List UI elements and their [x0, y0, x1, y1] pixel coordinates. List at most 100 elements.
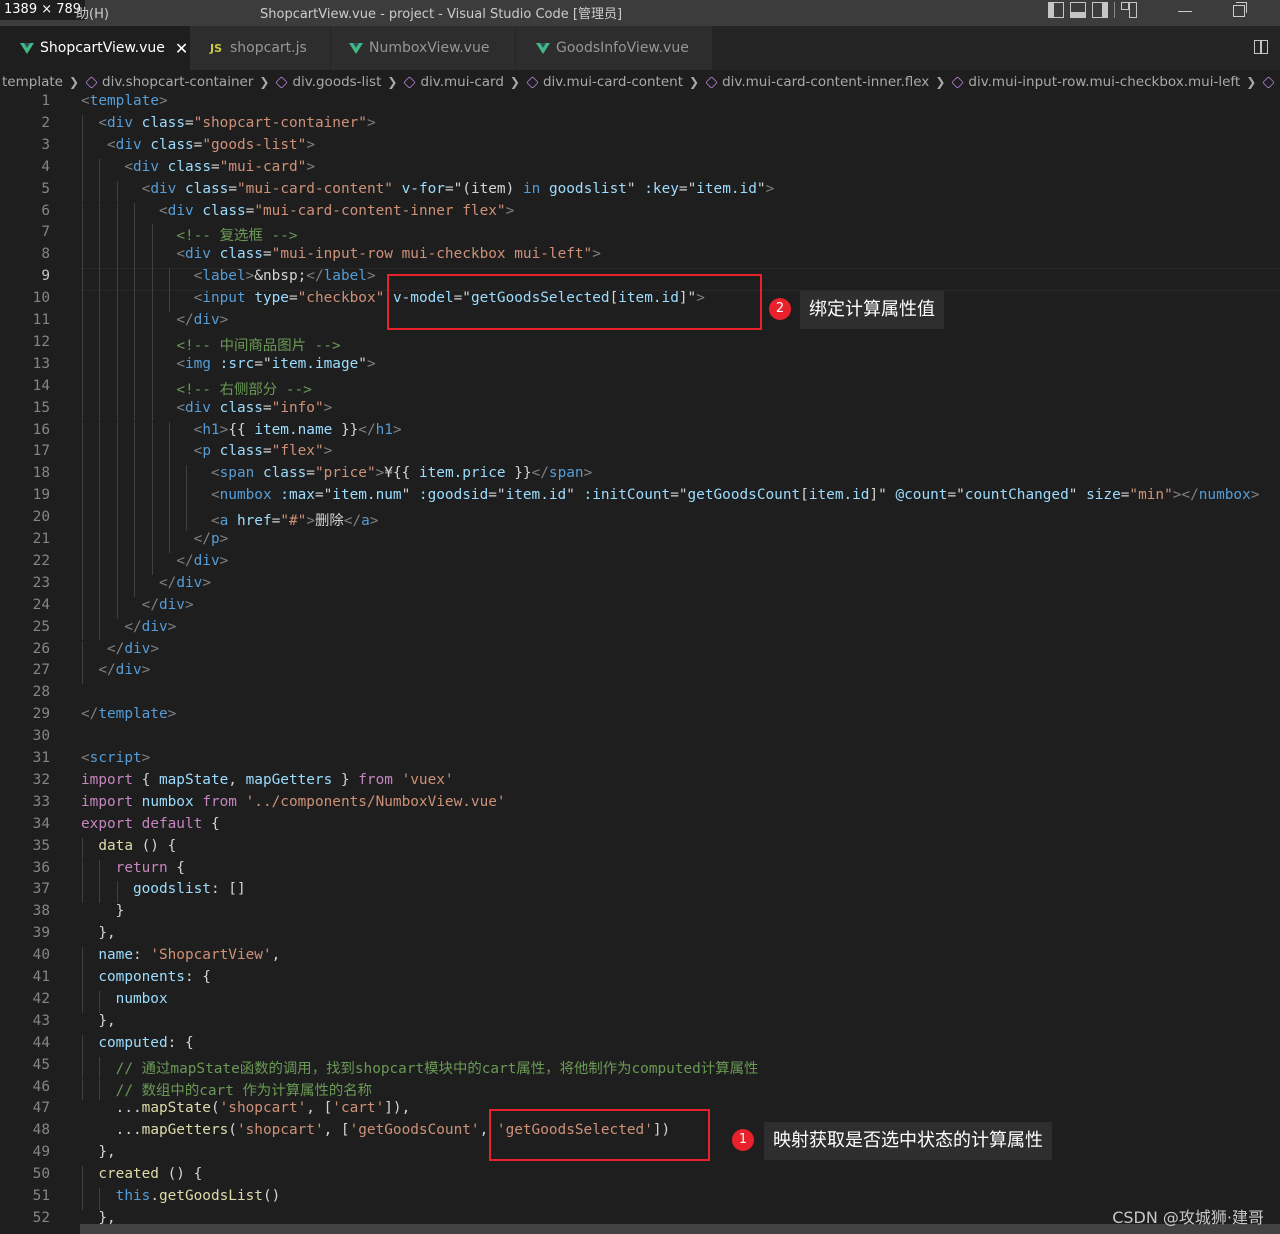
code-line[interactable]: 12 <!-- 中间商品图片 -->: [0, 334, 1280, 356]
code-line[interactable]: 35 data () {: [0, 838, 1280, 860]
code-line[interactable]: 40 name: 'ShopcartView',: [0, 947, 1280, 969]
code-line[interactable]: 13 <img :src="item.image">: [0, 356, 1280, 378]
tab-goodsinfoview[interactable]: GoodsInfoView.vue: [516, 26, 712, 70]
code-text: <img :src="item.image">: [81, 356, 375, 372]
code-line[interactable]: 8 <div class="mui-input-row mui-checkbox…: [0, 246, 1280, 268]
split-editor-icon[interactable]: [1254, 40, 1268, 54]
code-token: "price": [314, 465, 376, 482]
code-line[interactable]: 27 </div>: [0, 662, 1280, 684]
code-line[interactable]: 36 return {: [0, 860, 1280, 882]
code-line[interactable]: 33 import numbox from '../components/Numb…: [0, 794, 1280, 816]
breadcrumb-item[interactable]: [1261, 75, 1279, 89]
code-line[interactable]: 41 components: {: [0, 969, 1280, 991]
code-line[interactable]: 37 goodslist: []: [0, 881, 1280, 903]
code-line[interactable]: 51 this.getGoodsList(): [0, 1188, 1280, 1210]
indent-guide: [82, 552, 83, 575]
close-icon[interactable]: ✕: [175, 39, 188, 58]
code-token: >: [245, 268, 255, 285]
code-line[interactable]: 2 <div class="shopcart-container">: [0, 115, 1280, 137]
tab-label: ShopcartView.vue: [40, 40, 165, 56]
tab-shopcartview[interactable]: ShopcartView.vue ✕: [0, 26, 190, 70]
chevron-right-icon: ❯: [259, 75, 270, 89]
code-token: : {: [184, 969, 211, 985]
code-line[interactable]: 18 <span class="price">¥{{ item.price }}…: [0, 465, 1280, 487]
customize-layout-icon[interactable]: [1121, 2, 1137, 18]
code-line[interactable]: 15 <div class="info">: [0, 400, 1280, 422]
indent-guide: [186, 465, 188, 488]
toggle-secondary-sidebar-icon[interactable]: [1092, 2, 1108, 18]
code-line[interactable]: 50 created () {: [0, 1166, 1280, 1188]
code-token: ]),: [384, 1100, 411, 1117]
indent-guide: [151, 246, 153, 269]
code-line[interactable]: 21 </p>: [0, 531, 1280, 553]
indent-guide: [82, 355, 83, 378]
code-editor[interactable]: 1 <template> 2 <div class="shopcart-contai…: [0, 93, 1280, 1234]
code-line[interactable]: 17 <p class="flex">: [0, 443, 1280, 465]
code-token: template: [98, 706, 168, 723]
breadcrumb-item[interactable]: div.mui-card-content-inner.flex: [704, 74, 929, 90]
indent-guide: [134, 443, 136, 466]
code-line[interactable]: 26 </div>: [0, 641, 1280, 663]
code-line[interactable]: 1 <template>: [0, 93, 1280, 115]
help-menu[interactable]: 助(H): [76, 3, 109, 22]
code-token: >: [184, 596, 194, 613]
code-line[interactable]: 19 <numbox :max="item.num" :goodsid="ite…: [0, 487, 1280, 509]
code-line[interactable]: 43 },: [0, 1013, 1280, 1035]
code-line[interactable]: 34 export default {: [0, 816, 1280, 838]
code-line[interactable]: 30: [0, 728, 1280, 750]
minimize-icon[interactable]: [1178, 11, 1192, 12]
restore-icon[interactable]: [1233, 2, 1247, 17]
code-line[interactable]: 16 <h1>{{ item.name }}</h1>: [0, 422, 1280, 444]
line-number: 7: [41, 224, 50, 241]
code-line[interactable]: 44 computed: {: [0, 1035, 1280, 1057]
code-line[interactable]: 46 // 数组中的cart 作为计算属性的名称: [0, 1079, 1280, 1101]
tab-shopcart-js[interactable]: JS shopcart.js: [190, 26, 330, 70]
code-line[interactable]: 20 <a href="#">删除</a>: [0, 509, 1280, 531]
code-token: 删除: [314, 513, 344, 530]
code-line[interactable]: 25 </div>: [0, 619, 1280, 641]
breadcrumb-item[interactable]: div.mui-input-row.mui-checkbox.mui-left: [950, 74, 1240, 90]
indent-guide: [116, 881, 118, 904]
breadcrumb-item[interactable]: template: [0, 74, 63, 90]
code-line[interactable]: 24 </div>: [0, 597, 1280, 619]
code-line[interactable]: 14 <!-- 右侧部分 -->: [0, 378, 1280, 400]
code-token: type: [254, 290, 289, 307]
horizontal-scrollbar[interactable]: [80, 1224, 1280, 1234]
code-token: in: [522, 180, 541, 197]
code-line[interactable]: 38 }: [0, 903, 1280, 925]
code-line[interactable]: 32 import { mapState, mapGetters } from '…: [0, 772, 1280, 794]
toggle-sidebar-icon[interactable]: [1048, 2, 1064, 18]
indent-guide: [134, 202, 136, 225]
toggle-panel-icon[interactable]: [1070, 2, 1086, 18]
code-token: <!-- 复选框 -->: [176, 228, 298, 245]
code-token: a: [219, 513, 229, 530]
code-line[interactable]: 23 </div>: [0, 575, 1280, 597]
code-line[interactable]: 31 <script>: [0, 750, 1280, 772]
code-line[interactable]: 7 <!-- 复选框 -->: [0, 224, 1280, 246]
code-text: numbox: [81, 991, 168, 1007]
breadcrumb: template ❯ div.shopcart-container ❯ div.…: [0, 70, 1280, 94]
code-token: }: [81, 903, 125, 920]
code-line[interactable]: 28: [0, 684, 1280, 706]
code-text: data () {: [81, 838, 176, 854]
breadcrumb-item[interactable]: div.mui-card-content: [525, 74, 683, 90]
code-token: <: [193, 268, 203, 285]
code-token: (: [228, 1122, 237, 1139]
code-line[interactable]: 39 },: [0, 925, 1280, 947]
indent-guide: [99, 202, 101, 225]
code-line[interactable]: 3 <div class="goods-list">: [0, 137, 1280, 159]
breadcrumb-item[interactable]: div.shopcart-container: [84, 74, 253, 90]
code-line[interactable]: 45 // 通过mapState函数的调用，找到shopcart模块中的cart…: [0, 1057, 1280, 1079]
code-text: <div class="info">: [81, 400, 332, 416]
code-line[interactable]: 42 numbox: [0, 991, 1280, 1013]
code-line[interactable]: 4 <div class="mui-card">: [0, 159, 1280, 181]
code-line[interactable]: 22 </div>: [0, 553, 1280, 575]
code-line[interactable]: 5 <div class="mui-card-content" v-for="(…: [0, 181, 1280, 203]
breadcrumb-item[interactable]: div.goods-list: [274, 74, 381, 90]
code-line[interactable]: 6 <div class="mui-card-content-inner fle…: [0, 203, 1280, 225]
code-line[interactable]: 29 </template>: [0, 706, 1280, 728]
tab-numboxview[interactable]: NumboxView.vue: [331, 26, 515, 70]
breadcrumb-item[interactable]: div.mui-card: [402, 74, 504, 90]
